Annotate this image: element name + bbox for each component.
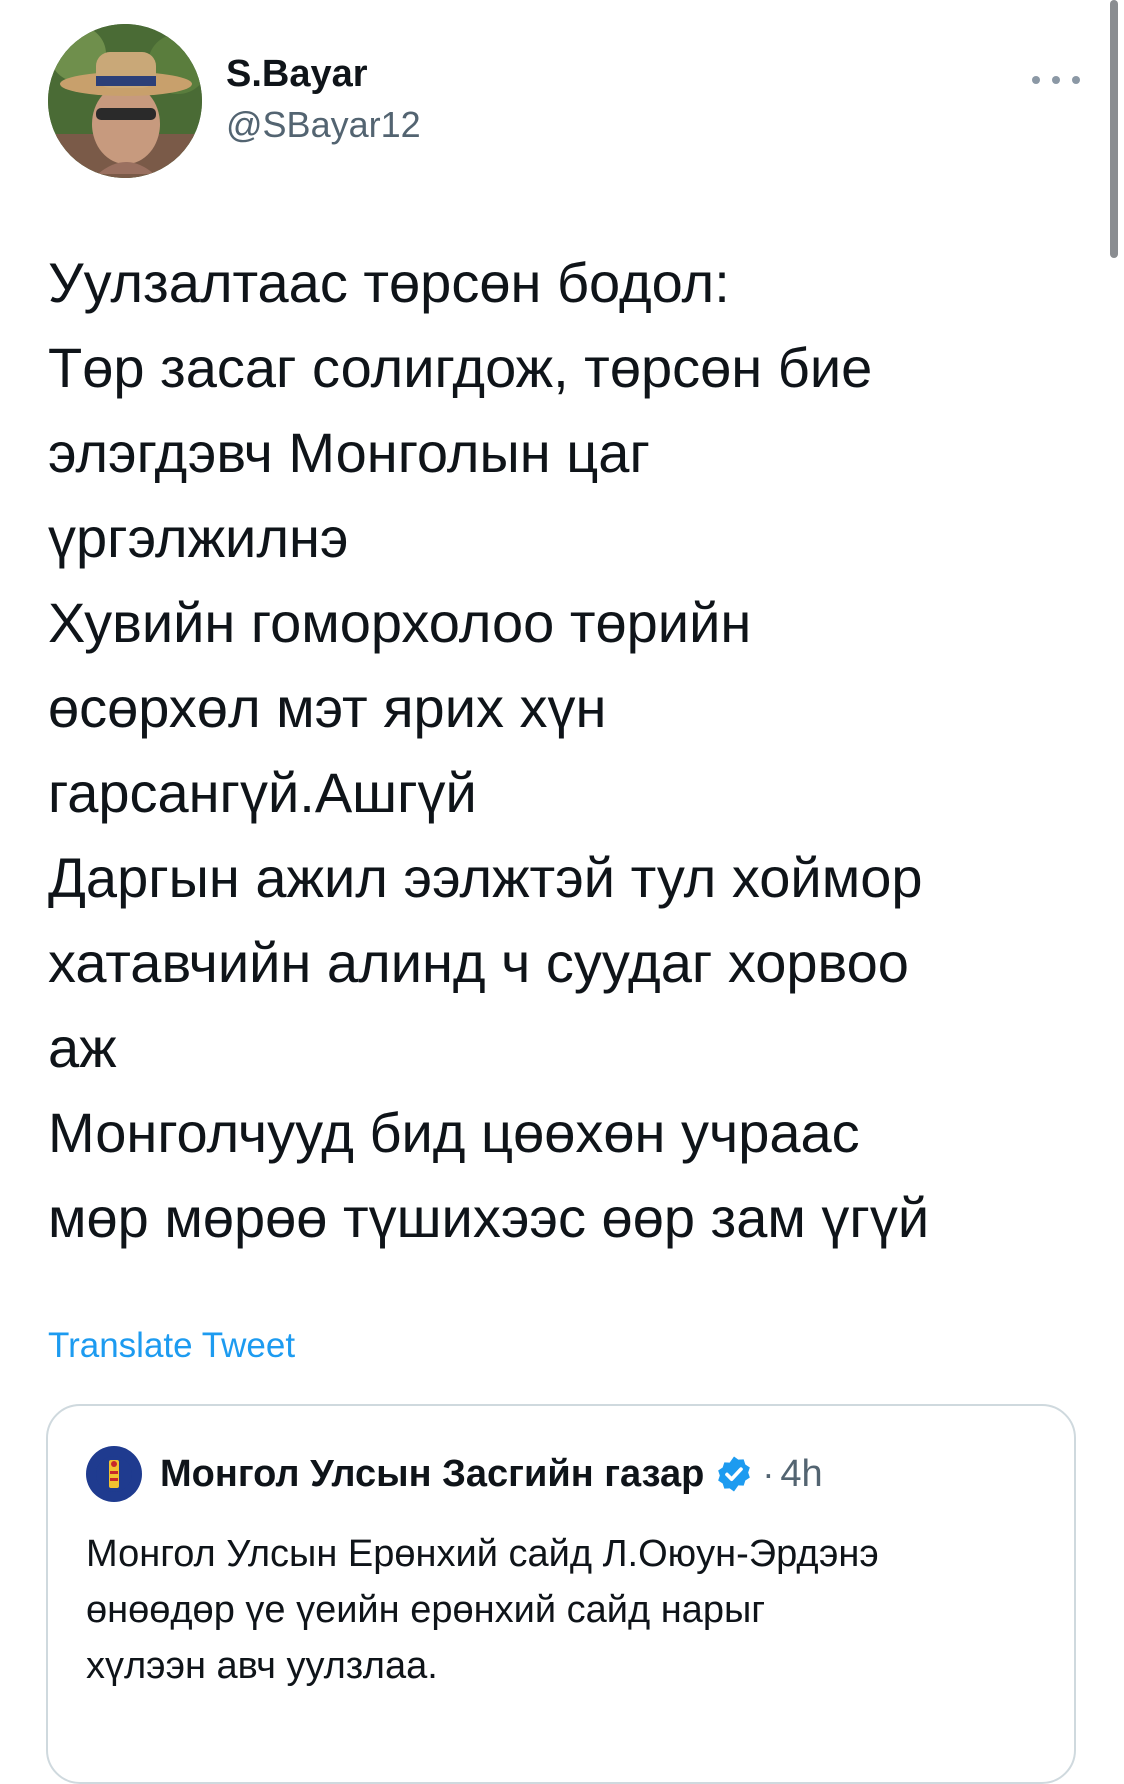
- quoted-timestamp[interactable]: 4h: [780, 1453, 822, 1496]
- quoted-line: өнөөдөр үе үеийн ерөнхий сайд нарыг: [86, 1589, 766, 1631]
- tweet-line: мөр мөрөө түшихээс өөр зам үгүй: [48, 1186, 930, 1249]
- tweet-line: аж: [48, 1016, 117, 1079]
- avatar-image: [48, 24, 202, 178]
- tweet-line: гарсангүй.Ашгүй: [48, 761, 477, 824]
- soyombo-emblem-icon: [96, 1456, 132, 1492]
- tweet-line: Даргын ажил ээлжтэй тул хоймор: [48, 846, 923, 909]
- tweet-line: Төр засаг солигдож, төрсөн бие: [48, 336, 873, 399]
- scrollbar[interactable]: [1110, 0, 1118, 258]
- author-handle[interactable]: @SBayar12: [226, 102, 421, 148]
- time-separator: ·: [762, 1453, 775, 1494]
- author-info[interactable]: S.Bayar @SBayar12: [226, 52, 421, 148]
- quoted-tweet-card[interactable]: Монгол Улсын Засгийн газар · 4h Монгол У…: [46, 1404, 1076, 1784]
- quoted-tweet-text: Монгол Улсын Ерөнхий сайд Л.Оюун-Эрдэнэ …: [86, 1526, 1046, 1694]
- author-display-name[interactable]: S.Bayar: [226, 52, 421, 96]
- quoted-line: Монгол Улсын Ерөнхий сайд Л.Оюун-Эрдэнэ: [86, 1533, 879, 1575]
- tweet-line: Монголчууд бид цөөхөн учраас: [48, 1101, 860, 1164]
- more-horizontal-icon[interactable]: [1032, 68, 1080, 92]
- dot: [1032, 76, 1040, 84]
- tweet-line: Уулзалтаас төрсөн бодол:: [48, 251, 730, 314]
- tweet-line: элэгдэвч Монголын цаг: [48, 421, 650, 484]
- tweet-line: үргэлжилнэ: [48, 506, 349, 569]
- translate-tweet-link[interactable]: Translate Tweet: [48, 1326, 295, 1366]
- dot: [1052, 76, 1060, 84]
- tweet-line: өсөрхөл мэт ярих хүн: [48, 676, 607, 739]
- avatar[interactable]: [48, 24, 202, 178]
- tweet-line: Хувийн гоморхолоо төрийн: [48, 591, 752, 654]
- quoted-line: хүлээн авч уулзлаа.: [86, 1645, 438, 1687]
- tweet-header: S.Bayar @SBayar12: [48, 24, 1084, 184]
- verified-badge-icon: [718, 1456, 751, 1492]
- quoted-display-name[interactable]: Монгол Улсын Засгийн газар: [160, 1453, 704, 1496]
- tweet-line: хатавчийн алинд ч суудаг хорвоо: [48, 931, 909, 994]
- tweet-text: Уулзалтаас төрсөн бодол: Төр засаг солиг…: [48, 240, 1088, 1260]
- quoted-avatar[interactable]: [86, 1446, 142, 1502]
- quoted-tweet-header: Монгол Улсын Засгийн газар · 4h: [86, 1446, 823, 1502]
- dot: [1072, 76, 1080, 84]
